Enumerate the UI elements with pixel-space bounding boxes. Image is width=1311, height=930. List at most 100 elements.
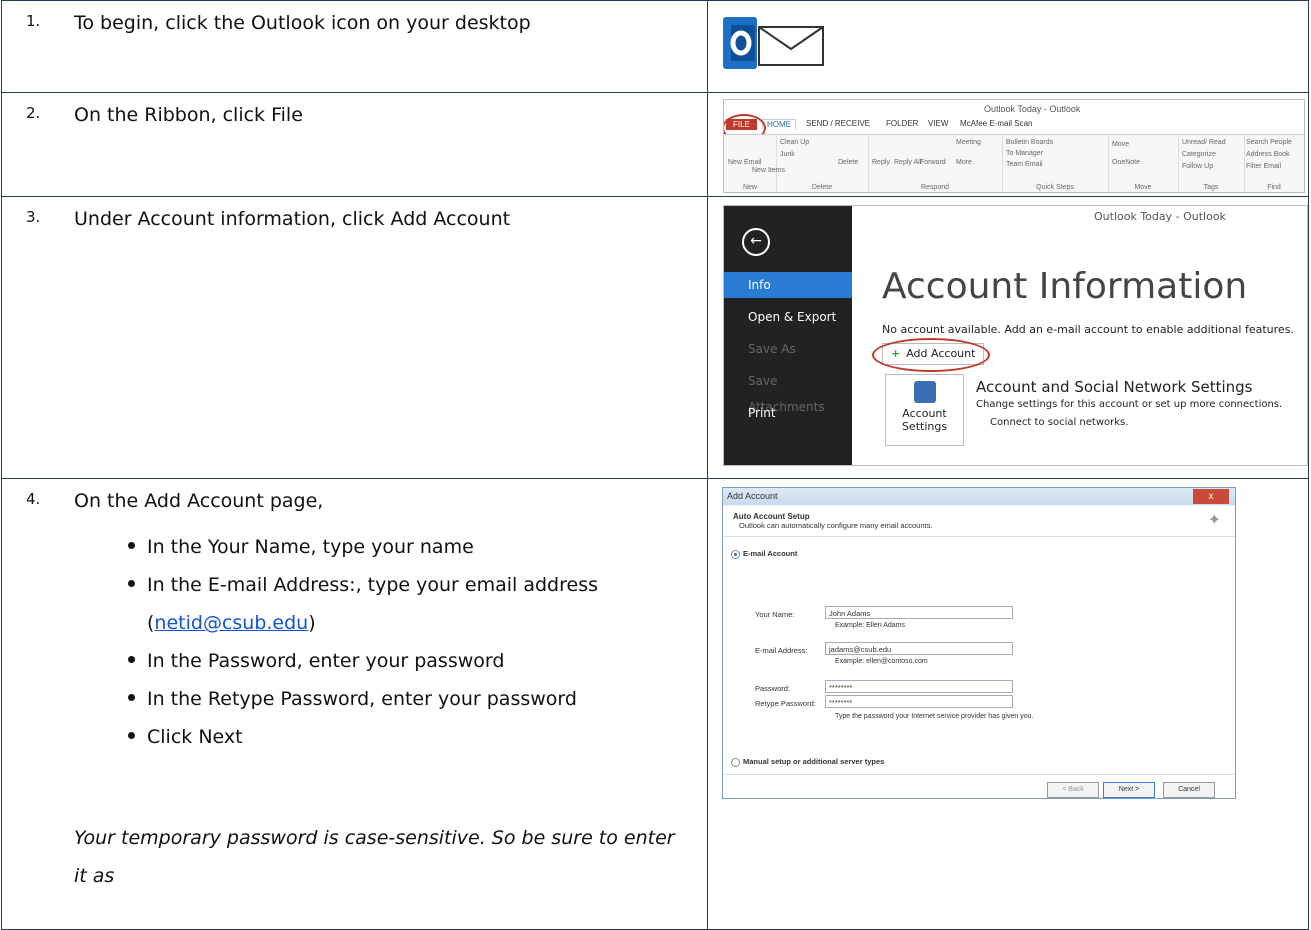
menu-item-save-as[interactable]: Save As xyxy=(724,336,852,362)
meeting-button[interactable]: Meeting xyxy=(956,139,981,146)
reply-all-button[interactable]: Reply All xyxy=(894,159,921,166)
group-respond: Reply Reply All Forward Meeting More Res… xyxy=(868,135,1003,192)
email-address-label: E-mail Address: xyxy=(755,646,808,655)
tab-folder[interactable]: FOLDER xyxy=(886,119,918,128)
step-row-2: 2. On the Ribbon, click File Outlook Tod… xyxy=(1,92,1309,197)
backstage-screenshot: ← Info Open & Export Save As Save Attach… xyxy=(723,205,1308,466)
password-label: Password: xyxy=(755,684,791,693)
group-label: Delete xyxy=(811,184,833,191)
step-row-1: 1. To begin, click the Outlook icon on y… xyxy=(1,0,1309,93)
junk-button[interactable]: Junk xyxy=(780,151,795,158)
instruction-list: In the Your Name, type your name In the … xyxy=(128,535,598,763)
dialog-titlebar: Add Account x xyxy=(723,488,1235,505)
bullet-icon xyxy=(128,694,135,701)
group-label: Tags xyxy=(1203,184,1219,191)
settings-heading: Account and Social Network Settings xyxy=(976,378,1253,396)
tab-mcafee[interactable]: McAfee E-mail Scan xyxy=(960,119,1032,128)
filter-email-button[interactable]: Filter Email xyxy=(1246,163,1281,170)
email-account-radio[interactable] xyxy=(731,550,740,559)
search-people-input[interactable]: Search People xyxy=(1246,139,1292,146)
account-settings-label: Account Settings xyxy=(901,407,948,433)
step-image-cell: Add Account x Auto Account Setup Outlook… xyxy=(707,478,1309,930)
close-icon[interactable]: x xyxy=(1193,489,1229,504)
team-email-button[interactable]: Team Email xyxy=(1006,161,1043,168)
retype-password-label: Retype Password: xyxy=(755,699,816,708)
move-button[interactable]: Move xyxy=(1112,141,1129,148)
account-settings-button[interactable]: Account Settings xyxy=(885,374,964,446)
menu-item-open-export[interactable]: Open & Export xyxy=(724,304,852,330)
email-address-example: Example: ellen@contoso.com xyxy=(835,658,928,665)
back-button[interactable]: < Back xyxy=(1047,782,1099,798)
list-item: In the E-mail Address:, type your email … xyxy=(128,573,598,635)
bullet-icon xyxy=(128,542,135,549)
connect-social-link[interactable]: Connect to social networks. xyxy=(990,417,1128,428)
email-account-label: E-mail Account xyxy=(743,549,798,558)
step-row-4: 4. On the Add Account page, In the Your … xyxy=(1,478,1309,930)
bullet-text: In the Retype Password, enter your passw… xyxy=(147,688,577,710)
new-email-button[interactable]: New Email xyxy=(728,159,761,166)
settings-description: Change settings for this account or set … xyxy=(976,399,1283,410)
window-title: Outlook Today - Outlook xyxy=(984,104,1081,114)
tab-home[interactable]: HOME xyxy=(762,119,796,129)
bullet-icon xyxy=(128,580,135,587)
highlight-circle xyxy=(872,338,990,372)
ribbon-groups: New Email New Items New Clean Up Junk De… xyxy=(724,134,1304,192)
group-label: Quick Steps xyxy=(1036,184,1074,191)
bullet-icon xyxy=(128,656,135,663)
email-link[interactable]: netid@csub.edu xyxy=(154,612,308,634)
add-account-dialog: Add Account x Auto Account Setup Outlook… xyxy=(722,487,1236,799)
email-address-field[interactable]: jadams@csub.edu xyxy=(825,642,1013,655)
bullet-text: In the E-mail Address:, type your email … xyxy=(147,574,598,596)
categorize-button[interactable]: Categorize xyxy=(1182,151,1216,158)
password-field[interactable]: ******** xyxy=(825,680,1013,693)
your-name-example: Example: Ellen Adams xyxy=(835,622,906,629)
list-item: In the Retype Password, enter your passw… xyxy=(128,687,598,725)
group-move: Move OneNote Move xyxy=(1108,135,1179,192)
ribbon-tabs: FILE HOME SEND / RECEIVE FOLDER VIEW McA… xyxy=(724,119,1304,133)
group-label: Find xyxy=(1267,184,1281,191)
group-tags: Unread/ Read Categorize Follow Up Tags xyxy=(1178,135,1245,192)
dialog-body: Auto Account Setup Outlook can automatic… xyxy=(723,506,1235,798)
group-label: New xyxy=(742,184,757,191)
forward-button[interactable]: Forward xyxy=(920,159,946,166)
next-button[interactable]: Next > xyxy=(1103,782,1155,798)
manual-setup-label: Manual setup or additional server types xyxy=(743,757,885,766)
cancel-button[interactable]: Cancel xyxy=(1163,782,1215,798)
tab-view[interactable]: VIEW xyxy=(928,119,948,128)
reply-button[interactable]: Reply xyxy=(872,159,890,166)
tab-send-receive[interactable]: SEND / RECEIVE xyxy=(806,119,870,128)
your-name-field[interactable]: John Adams xyxy=(825,606,1013,619)
more-button[interactable]: More xyxy=(956,159,972,166)
step-number: 4. xyxy=(26,490,41,508)
back-arrow-icon[interactable]: ← xyxy=(742,228,770,256)
step-text-cell: 2. On the Ribbon, click File xyxy=(1,92,708,197)
step-text-cell: 4. On the Add Account page, In the Your … xyxy=(1,478,708,930)
step-text: On the Ribbon, click File xyxy=(74,104,303,126)
step-text: On the Add Account page, xyxy=(74,490,324,512)
onenote-button[interactable]: OneNote xyxy=(1112,159,1140,166)
step-text: Under Account information, click Add Acc… xyxy=(74,208,511,230)
to-manager-button[interactable]: To Manager xyxy=(1006,150,1043,157)
group-label: Move xyxy=(1134,184,1152,191)
step-number: 2. xyxy=(26,104,41,122)
manual-setup-radio[interactable] xyxy=(731,758,740,767)
menu-item-save-attachments[interactable]: Save Attachments xyxy=(724,368,852,414)
window-title: Outlook Today - Outlook xyxy=(1094,210,1226,223)
follow-up-button[interactable]: Follow Up xyxy=(1182,163,1213,170)
bullet-text: Click Next xyxy=(147,726,243,748)
step-row-3: 3. Under Account information, click Add … xyxy=(1,196,1309,479)
address-book-button[interactable]: Address Book xyxy=(1246,151,1290,158)
group-find: Search People Address Book Filter Email … xyxy=(1244,135,1304,192)
dialog-header: Auto Account Setup xyxy=(733,512,810,521)
step-image-cell: ← Info Open & Export Save As Save Attach… xyxy=(707,196,1309,479)
delete-button[interactable]: Delete xyxy=(838,159,858,166)
menu-item-print[interactable]: Print xyxy=(724,400,852,426)
bulletin-boards-button[interactable]: Bulletin Boards xyxy=(1006,139,1053,146)
clean-up-button[interactable]: Clean Up xyxy=(780,139,809,146)
retype-password-field[interactable]: ******** xyxy=(825,695,1013,708)
step-image-cell xyxy=(707,0,1309,93)
step-image-cell: Outlook Today - Outlook FILE HOME SEND /… xyxy=(707,92,1309,197)
unread-read-button[interactable]: Unread/ Read xyxy=(1182,139,1226,146)
group-quick-steps: Bulletin Boards To Manager Team Email Qu… xyxy=(1002,135,1109,192)
menu-item-info[interactable]: Info xyxy=(724,272,852,298)
